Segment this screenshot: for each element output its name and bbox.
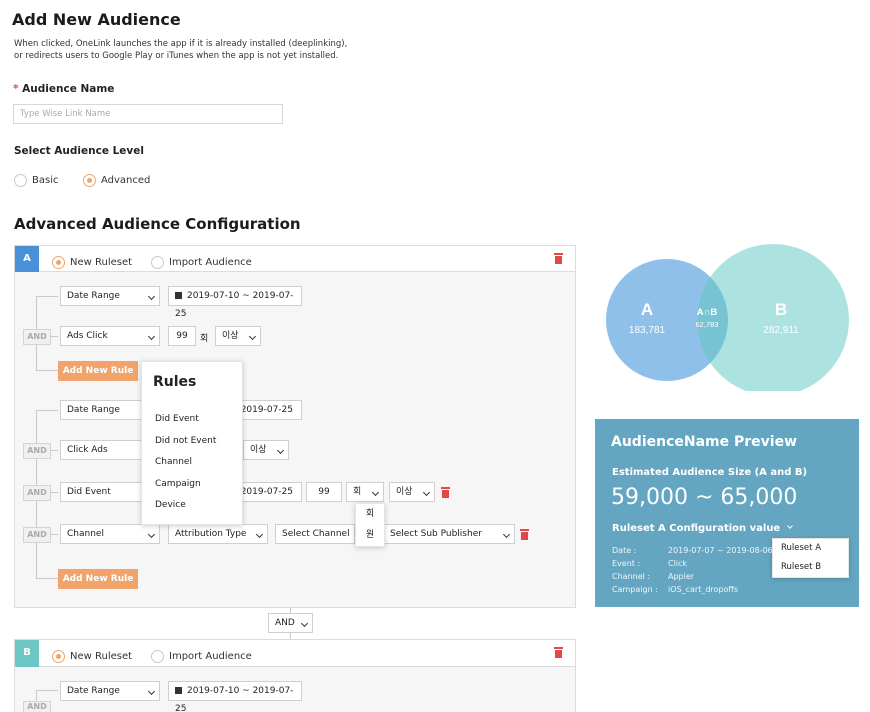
count-input[interactable]: 99: [306, 482, 342, 502]
chevron-down-icon: [255, 530, 264, 539]
rules-option[interactable]: Campaign: [155, 474, 216, 496]
chevron-down-icon: [300, 619, 309, 628]
estimated-size-value: 59,000 ~ 65,000: [611, 485, 798, 510]
ruleset-b-delete-icon[interactable]: [554, 647, 563, 658]
chevron-down-icon: [248, 332, 257, 341]
ruleset-option[interactable]: Ruleset B: [781, 562, 821, 572]
delete-rule-icon[interactable]: [520, 529, 529, 540]
rules-option[interactable]: Did Event: [155, 409, 216, 431]
rules-option[interactable]: Did not Event: [155, 431, 216, 453]
ruleset-b-letter: B: [15, 640, 39, 667]
preview-title: AudienceName Preview: [611, 434, 798, 450]
ruleset-a-delete-icon[interactable]: [554, 253, 563, 264]
audience-level-label: Select Audience Level: [14, 145, 144, 157]
page-title: Add New Audience: [12, 10, 181, 29]
venn-b-value: 282,911: [763, 325, 799, 336]
rules-popup: Rules Did Event Did not Event Channel Ca…: [141, 361, 243, 525]
chevron-down-icon: [147, 530, 156, 539]
radio-advanced-circle[interactable]: [83, 174, 96, 187]
and-connector[interactable]: AND: [23, 485, 51, 501]
rule-type-select[interactable]: Date Range: [60, 681, 160, 701]
unit-option[interactable]: 원: [356, 525, 384, 546]
radio-basic-circle[interactable]: [14, 174, 27, 187]
radio-basic[interactable]: Basic: [14, 170, 58, 189]
ruleset-config-dropdown[interactable]: Ruleset A Configuration value: [612, 523, 793, 534]
add-new-rule-button[interactable]: Add New Rule: [58, 361, 138, 381]
page-description: When clicked, OneLink launches the app i…: [14, 39, 348, 61]
ruleset-a-new-radio[interactable]: New Ruleset: [52, 252, 132, 271]
and-connector[interactable]: AND: [23, 527, 51, 543]
and-connector[interactable]: AND: [23, 701, 51, 712]
rule-type-select[interactable]: Ads Click: [60, 326, 160, 346]
and-connector[interactable]: AND: [23, 443, 51, 459]
unit-dropdown-menu: 회 원: [355, 503, 385, 547]
ruleset-a-import-radio[interactable]: Import Audience: [151, 252, 252, 271]
ruleset-a-letter: A: [15, 246, 39, 272]
rules-option[interactable]: Device: [155, 495, 216, 517]
chevron-down-icon: [422, 488, 431, 497]
count-input[interactable]: 99: [168, 326, 196, 346]
config-title: Advanced Audience Configuration: [14, 215, 301, 233]
delete-rule-icon[interactable]: [441, 487, 450, 498]
venn-ab-value: 62,783: [696, 320, 719, 329]
condition-select[interactable]: 이상: [215, 326, 261, 346]
ruleset-b-new-radio[interactable]: New Ruleset: [52, 646, 132, 665]
calendar-icon: [175, 292, 182, 299]
chevron-down-icon: [147, 332, 156, 341]
date-range-input[interactable]: 2019-07-10 ~ 2019-07-25: [168, 286, 302, 319]
rules-option[interactable]: Channel: [155, 452, 216, 474]
chevron-down-icon: [147, 292, 156, 301]
attribution-type-select[interactable]: Attribution Type: [168, 524, 268, 544]
chevron-down-icon: [371, 488, 380, 497]
chevron-down-icon: [276, 446, 285, 455]
chevron-down-icon: [502, 530, 511, 539]
venn-a-value: 183,781: [629, 325, 666, 336]
venn-ab-label: A∩B: [697, 307, 718, 318]
audience-preview-panel: AudienceName Preview Estimated Audience …: [595, 419, 859, 607]
channel-select[interactable]: Select Channel: [275, 524, 355, 544]
config-values: Date :2019-07-07 ~ 2019-08-06 Event : Cli…: [612, 546, 773, 594]
ruleset-dropdown-menu: Ruleset A Ruleset B: [772, 538, 849, 578]
venn-b-label: B: [775, 300, 787, 319]
venn-diagram: A 183,781 B 282,911 A∩B 62,783: [606, 244, 849, 391]
rules-popup-title: Rules: [153, 374, 197, 390]
estimated-size-label: Estimated Audience Size (A and B): [612, 467, 808, 478]
condition-select[interactable]: 이상: [243, 440, 289, 460]
and-connector[interactable]: AND: [23, 329, 51, 345]
ruleset-option[interactable]: Ruleset A: [781, 543, 821, 553]
rule-type-select[interactable]: Channel: [60, 524, 160, 544]
rule-type-select[interactable]: Date Range: [60, 286, 160, 306]
ruleset-and-select[interactable]: AND: [268, 613, 313, 633]
required-mark: *: [13, 83, 19, 95]
unit-label: 회: [200, 334, 209, 344]
calendar-icon: [175, 687, 182, 694]
unit-option[interactable]: 회: [356, 504, 384, 525]
date-range-input[interactable]: 2019-07-10 ~ 2019-07-25: [168, 681, 302, 712]
radio-advanced[interactable]: Advanced: [83, 170, 150, 189]
ruleset-b-import-radio[interactable]: Import Audience: [151, 646, 252, 665]
condition-select[interactable]: 이상: [389, 482, 435, 502]
sub-publisher-select[interactable]: Select Sub Publisher: [383, 524, 515, 544]
chevron-down-icon: [147, 687, 156, 696]
audience-name-label: * Audience Name: [13, 83, 115, 95]
unit-select[interactable]: 회: [346, 482, 384, 502]
chevron-down-icon: [786, 523, 793, 529]
venn-a-label: A: [641, 300, 653, 319]
add-new-rule-button[interactable]: Add New Rule: [58, 569, 138, 589]
audience-name-input[interactable]: Type Wise Link Name: [13, 104, 283, 124]
